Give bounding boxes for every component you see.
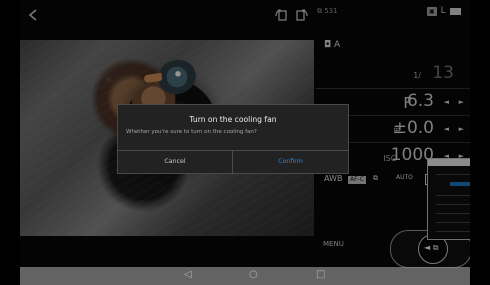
- camera-app: ⧉ 531 ▣ L ◘ A 1/ 13 F 6.3 ◄ ► ⊞ ±0.0 ◄ ►…: [20, 0, 470, 285]
- dialog-actions: Cancel Confirm: [118, 150, 348, 173]
- home-nav-icon[interactable]: ○: [249, 269, 258, 280]
- confirm-button[interactable]: Confirm: [233, 151, 348, 173]
- back-nav-icon[interactable]: ◁: [184, 269, 192, 280]
- left-border: [0, 0, 20, 285]
- right-border: [470, 0, 490, 285]
- dialog-title: Turn on the cooling fan: [189, 115, 277, 124]
- system-navigation-bar: ◁ ○ □: [20, 267, 470, 285]
- cooling-fan-dialog: Turn on the cooling fan Whether you're s…: [117, 104, 349, 174]
- dialog-message: Whether you're sure to turn on the cooli…: [126, 129, 257, 135]
- cancel-button[interactable]: Cancel: [118, 151, 233, 173]
- recent-apps-icon[interactable]: □: [316, 269, 325, 280]
